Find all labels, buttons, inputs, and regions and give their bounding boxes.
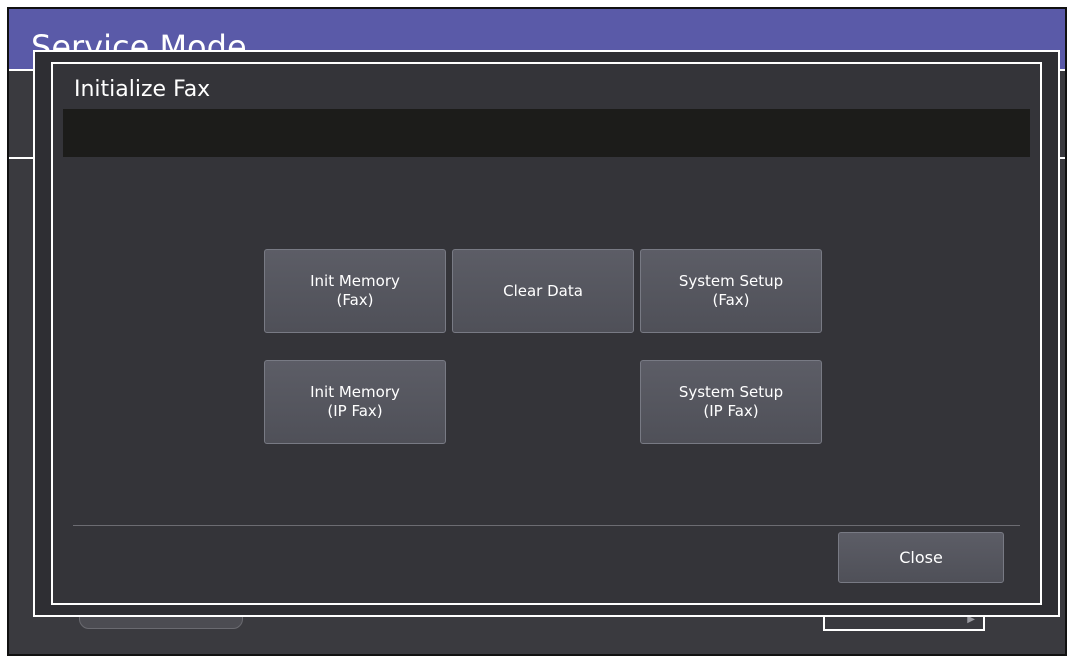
clear-data-button[interactable]: Clear Data [452, 249, 634, 333]
dialog-title: Initialize Fax [74, 77, 211, 102]
system-setup-fax-button[interactable]: System Setup (Fax) [640, 249, 822, 333]
close-button-label: Close [899, 548, 943, 567]
button-label-line2: (Fax) [336, 291, 374, 309]
close-button[interactable]: Close [838, 532, 1004, 583]
init-memory-fax-button[interactable]: Init Memory (Fax) [264, 249, 446, 333]
button-label-line1: System Setup [678, 383, 784, 401]
button-label-line2: (Fax) [712, 291, 750, 309]
initialize-fax-dialog: Initialize Fax Init Memory (Fax) Clear D… [51, 62, 1042, 605]
init-memory-ip-fax-button[interactable]: Init Memory (IP Fax) [264, 360, 446, 444]
divider [73, 525, 1020, 526]
button-label-line1: Init Memory [310, 272, 400, 290]
system-setup-ip-fax-button[interactable]: System Setup (IP Fax) [640, 360, 822, 444]
button-label-line1: Init Memory [310, 383, 400, 401]
button-label: Clear Data [503, 281, 583, 300]
button-label-line2: (IP Fax) [327, 402, 383, 420]
message-bar [63, 109, 1030, 157]
button-label-line2: (IP Fax) [703, 402, 759, 420]
button-label-line1: System Setup [678, 272, 784, 290]
